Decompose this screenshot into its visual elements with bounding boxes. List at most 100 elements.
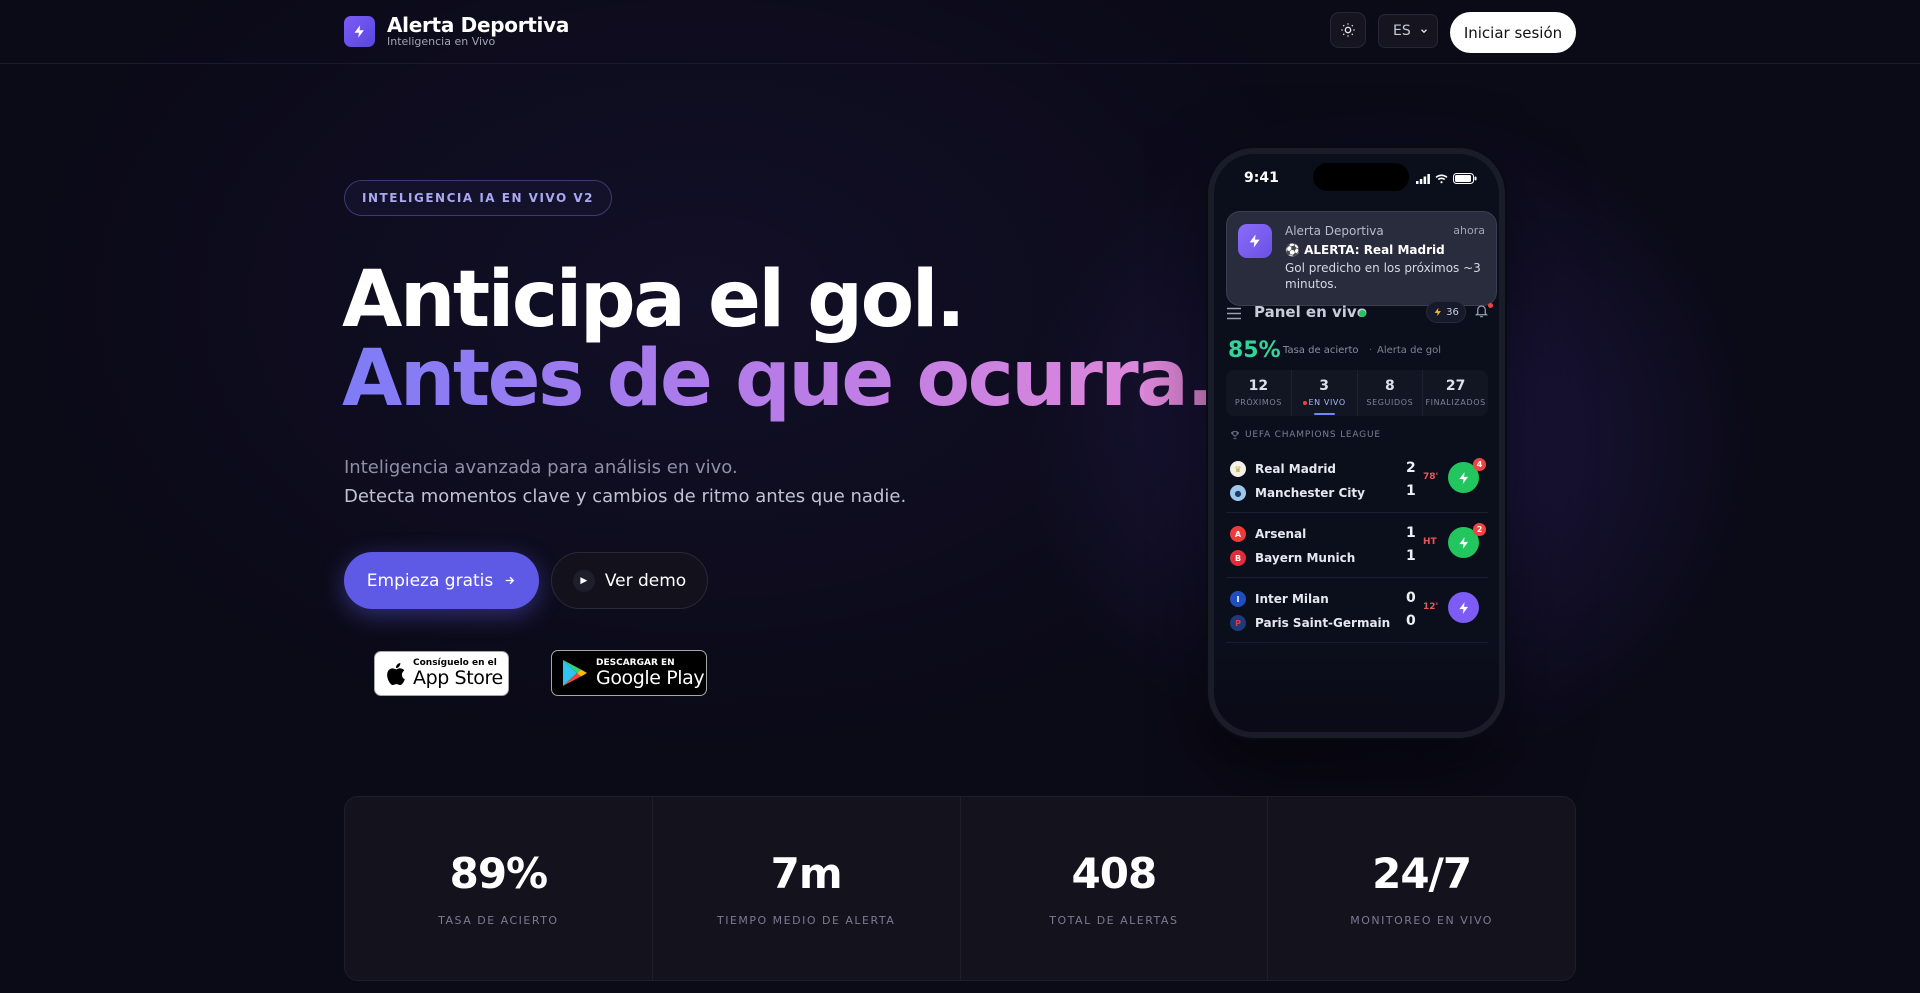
tab-count: 8 [1385, 378, 1395, 394]
home-team: A Arsenal [1230, 525, 1306, 543]
tab-upcoming[interactable]: 12 PRÓXIMOS [1226, 370, 1291, 416]
tab-live[interactable]: 3 EN VIVO [1290, 370, 1357, 416]
inter-milan-crest-icon: I [1230, 591, 1246, 607]
team-name: Manchester City [1255, 486, 1365, 500]
success-rate-value: 85% [1228, 338, 1281, 363]
away-team: B Bayern Munich [1230, 549, 1355, 567]
stat-avg-alert-time: 7m TIEMPO MEDIO DE ALERTA [651, 797, 960, 980]
match-row[interactable]: ♛ Real Madrid ● Manchester City 2 1 78' … [1226, 448, 1488, 513]
headline-gradient: Antes de que ocurra. [342, 334, 1216, 424]
headline-primary: Anticipa el gol. [342, 255, 966, 345]
notification-dot [1488, 303, 1493, 308]
arsenal-crest-icon: A [1230, 526, 1246, 542]
hero-badge: INTELIGENCIA IA EN VIVO V2 [344, 180, 613, 216]
sun-icon [1341, 23, 1355, 37]
bell-icon[interactable] [1474, 303, 1489, 319]
bolt-icon [1458, 601, 1468, 614]
team-name: Bayern Munich [1255, 551, 1356, 565]
app-store-button[interactable]: Consíguelo en el App Store [374, 651, 509, 696]
play-icon: ▶ [572, 569, 595, 592]
team-name: Inter Milan [1255, 592, 1329, 606]
push-notification[interactable]: Alerta Deportiva ahora ⚽ ALERTA: Real Ma… [1226, 211, 1497, 306]
alerts-counter: 36 [1446, 306, 1459, 318]
away-score: 0 [1406, 613, 1416, 629]
hero-subtitle-2: Detecta momentos clave y cambios de ritm… [344, 486, 907, 507]
theme-toggle-button[interactable] [1330, 12, 1366, 48]
panel-header: Panel en vivo 36 [1226, 301, 1497, 327]
notification-title: ⚽ ALERTA: Real Madrid [1285, 243, 1445, 257]
away-score: 1 [1406, 483, 1416, 499]
tab-count: 3 [1319, 378, 1329, 394]
alert-count-badge: 4 [1473, 458, 1486, 471]
stat-value: 89% [449, 848, 549, 898]
league-name: UEFA CHAMPIONS LEAGUE [1245, 430, 1381, 440]
tab-label: PRÓXIMOS [1234, 398, 1282, 407]
alert-count-badge: 2 [1473, 523, 1486, 536]
trophy-icon [1231, 431, 1239, 440]
view-demo-button[interactable]: ▶ Ver demo [551, 552, 708, 609]
stat-success-rate: 89% TASA DE ACIERTO [345, 797, 652, 980]
brand-logo[interactable]: Alerta Deportiva Inteligencia en Vivo [344, 14, 569, 48]
brand-subtitle: Inteligencia en Vivo [387, 35, 496, 48]
goal-alert-label: Alerta de gol [1377, 345, 1442, 356]
chevron-down-icon [1420, 29, 1427, 34]
bolt-icon [1458, 536, 1468, 549]
home-team: ♛ Real Madrid [1230, 460, 1336, 478]
away-team: ● Manchester City [1230, 484, 1365, 502]
language-select[interactable]: ES [1378, 14, 1438, 48]
tab-finished[interactable]: 27 FINALIZADOS [1422, 370, 1488, 416]
away-team: P Paris Saint-Germain [1230, 614, 1390, 632]
app-store-big: App Store [413, 667, 503, 689]
live-indicator-dot [1359, 310, 1366, 317]
panel-title: Panel en vivo [1254, 303, 1368, 321]
home-score: 1 [1406, 525, 1416, 541]
start-free-button[interactable]: Empieza gratis [344, 552, 539, 609]
notification-body: Gol predicho en los próximos ~3 minutos. [1285, 261, 1481, 291]
tab-followed[interactable]: 8 SEGUIDOS [1356, 370, 1423, 416]
alerts-counter-badge[interactable]: 36 [1426, 301, 1466, 323]
match-row[interactable]: A Arsenal B Bayern Munich 1 1 HT 2 [1226, 513, 1488, 578]
real-madrid-crest-icon: ♛ [1230, 461, 1246, 477]
brand-title: Alerta Deportiva [387, 13, 570, 37]
login-button[interactable]: Iniciar sesión [1450, 12, 1576, 53]
manchester-city-crest-icon: ● [1230, 485, 1246, 501]
wifi-icon [1435, 174, 1448, 183]
home-team: I Inter Milan [1230, 590, 1329, 608]
stat-label: TASA DE ACIERTO [438, 913, 559, 927]
tab-count: 27 [1445, 378, 1466, 394]
match-tabs: 12 PRÓXIMOS 3 EN VIVO 8 SEGUIDOS 27 FINA… [1226, 370, 1488, 416]
google-play-button[interactable]: DESCARGAR EN Google Play [551, 650, 707, 696]
rate-separator: · [1369, 345, 1373, 356]
team-name: Paris Saint-Germain [1255, 616, 1391, 630]
phone-mockup: 9:41 Alerta Deportiva ahora ⚽ ALERTA: Re… [1208, 148, 1505, 738]
match-minute: 78' [1423, 472, 1439, 482]
away-score: 1 [1406, 548, 1416, 564]
stat-label: TOTAL DE ALERTAS [1049, 913, 1179, 927]
home-score: 2 [1406, 460, 1416, 476]
google-play-icon [563, 660, 587, 686]
stat-label: MONITOREO EN VIVO [1350, 913, 1493, 927]
google-play-small: DESCARGAR EN [596, 657, 675, 668]
home-score: 0 [1406, 590, 1416, 606]
top-nav: Alerta Deportiva Inteligencia en Vivo ES… [0, 0, 1920, 64]
battery-icon [1453, 173, 1477, 184]
status-time: 9:41 [1244, 170, 1279, 186]
phone-fade-overlay [1214, 632, 1499, 732]
menu-icon[interactable] [1226, 307, 1242, 320]
stat-value: 7m [770, 848, 843, 898]
bolt-icon [344, 15, 375, 47]
bayern-munich-crest-icon: B [1230, 550, 1246, 566]
match-alert-button[interactable] [1448, 592, 1479, 623]
google-play-big: Google Play [596, 666, 705, 689]
league-header: UEFA CHAMPIONS LEAGUE [1230, 430, 1381, 440]
tab-count: 12 [1248, 378, 1269, 394]
stat-total-alerts: 408 TOTAL DE ALERTAS [959, 797, 1268, 980]
stat-label: TIEMPO MEDIO DE ALERTA [716, 913, 896, 927]
notification-app: Alerta Deportiva [1285, 224, 1384, 238]
team-name: Real Madrid [1255, 462, 1337, 476]
stats-bar: 89% TASA DE ACIERTO 7m TIEMPO MEDIO DE A… [344, 796, 1576, 981]
match-minute: 12' [1423, 602, 1439, 612]
tab-label: SEGUIDOS [1366, 398, 1414, 407]
signal-icon [1416, 173, 1430, 184]
status-icons [1416, 173, 1477, 184]
